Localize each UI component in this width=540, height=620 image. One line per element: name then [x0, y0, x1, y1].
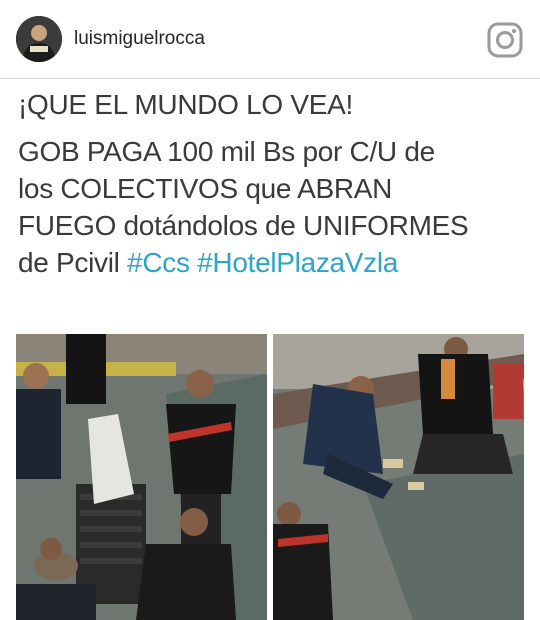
caption-text: de Pcivil: [18, 247, 128, 278]
caption-line: FUEGO dotándolos de UNIFORMES: [18, 210, 469, 241]
caption-line: GOB PAGA 100 mil Bs por C/U de: [18, 136, 435, 167]
right-photo[interactable]: [273, 334, 524, 620]
user-avatar[interactable]: [16, 16, 62, 62]
caption-line: los COLECTIVOS que ABRAN: [18, 173, 393, 204]
post-caption: ¡QUE EL MUNDO LO VEA! GOB PAGA 100 mil B…: [18, 86, 528, 281]
instagram-icon[interactable]: [487, 22, 523, 58]
post-header: luismiguelrocca: [0, 0, 540, 79]
caption-line-with-hashtags: de Pcivil #Ccs #HotelPlazaVzla: [18, 244, 528, 281]
hashtag-hotel-plaza[interactable]: #HotelPlazaVzla: [197, 247, 398, 278]
left-photo[interactable]: [16, 334, 267, 620]
username[interactable]: luismiguelrocca: [74, 28, 205, 50]
hashtag-ccs[interactable]: #Ccs: [127, 247, 190, 278]
caption-headline: ¡QUE EL MUNDO LO VEA!: [18, 89, 353, 120]
